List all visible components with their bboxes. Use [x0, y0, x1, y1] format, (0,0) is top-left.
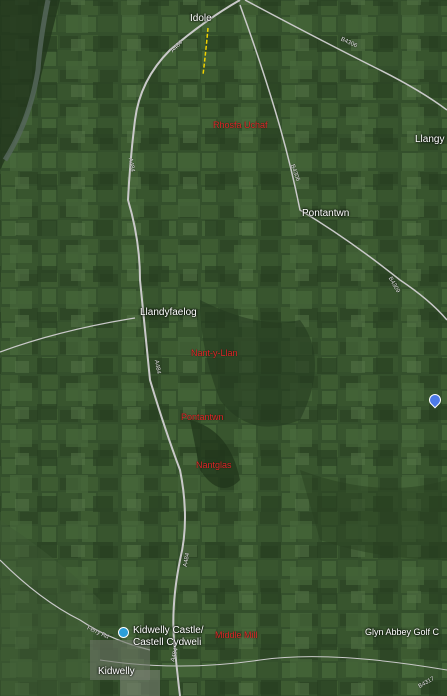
poi-label-castell-cydweli[interactable]: Castell Cydweli [133, 637, 201, 648]
marker-nantglas[interactable]: Nantglas [196, 460, 232, 470]
poi-label-kidwelly-castle[interactable]: Kidwelly Castle/ [133, 625, 204, 636]
satellite-map[interactable]: Idole Llangy Pontantwn Llandyfaelog Kidw… [0, 0, 447, 696]
town-label-llandyfaelog: Llandyfaelog [140, 307, 197, 318]
marker-rhosfa-uchaf[interactable]: Rhosfa Uchaf [213, 120, 268, 130]
castle-poi-icon[interactable] [118, 627, 129, 638]
marker-nant-y-llan[interactable]: Nant-y-Llan [191, 348, 238, 358]
town-label-llangyndeyrn: Llangy [415, 134, 445, 145]
town-label-idole: Idole [190, 13, 212, 24]
town-label-pontantwn: Pontantwn [302, 208, 350, 219]
marker-pontantwn-bridge[interactable]: Pontantwn [181, 412, 224, 422]
marker-middle-mill[interactable]: Middle Mill [215, 630, 258, 640]
town-label-kidwelly: Kidwelly [98, 666, 135, 677]
place-label-glyn-abbey: Glyn Abbey Golf C [365, 627, 440, 637]
